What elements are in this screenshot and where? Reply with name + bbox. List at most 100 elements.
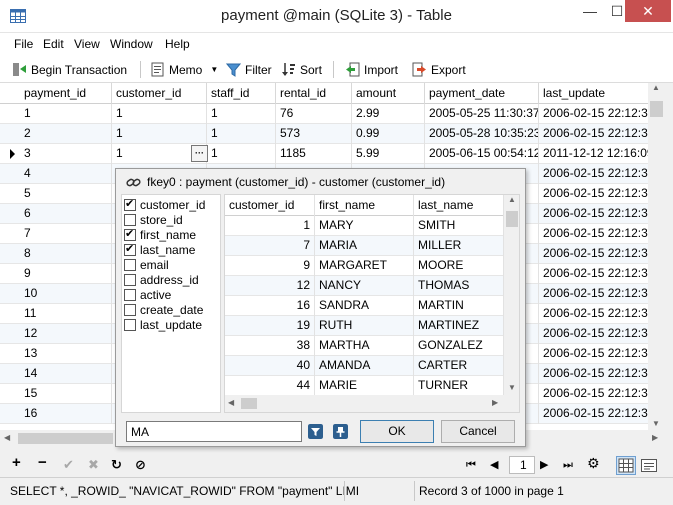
lookup-cell[interactable]: MARIE [315, 376, 414, 396]
table-cell[interactable]: 2006-02-15 22:12:30 [539, 384, 650, 404]
scroll-thumb[interactable] [506, 211, 518, 227]
table-cell[interactable]: 2006-02-15 22:12:30 [539, 264, 650, 284]
lookup-cell[interactable]: CARTER [414, 356, 504, 376]
field-option[interactable]: customer_id [124, 197, 205, 212]
lookup-cell[interactable]: TURNER [414, 376, 504, 396]
table-cell[interactable]: 8 [20, 244, 112, 264]
lookup-row[interactable]: 16 SANDRA MARTIN [225, 296, 505, 316]
column-header[interactable]: last_update [539, 83, 650, 104]
table-cell[interactable]: 2 [20, 124, 112, 144]
table-cell[interactable]: 1185 [276, 144, 352, 164]
field-option[interactable]: email [124, 257, 169, 272]
lookup-row[interactable]: 7 MARIA MILLER [225, 236, 505, 256]
lookup-cell[interactable]: MOORE [414, 256, 504, 276]
table-cell[interactable]: 2006-02-15 22:12:30 [539, 304, 650, 324]
table-cell[interactable]: 10 [20, 284, 112, 304]
lookup-row[interactable]: 12 NANCY THOMAS [225, 276, 505, 296]
field-option[interactable]: last_update [124, 317, 202, 332]
lookup-column-header[interactable]: last_name [414, 195, 504, 216]
table-cell[interactable]: 5.99 [352, 144, 425, 164]
table-cell[interactable]: 11 [20, 304, 112, 324]
menu-window[interactable]: Window [110, 37, 153, 51]
row-indicator[interactable] [0, 364, 20, 384]
discard-icon[interactable]: ✖ [88, 457, 99, 473]
lookup-cell[interactable]: 9 [225, 256, 315, 276]
table-cell[interactable]: 2005-05-25 11:30:37 [425, 104, 539, 124]
table-cell[interactable]: 4 [20, 164, 112, 184]
table-cell[interactable]: 6 [20, 204, 112, 224]
table-cell[interactable]: 2006-02-15 22:12:30 [539, 104, 650, 124]
lookup-cell[interactable]: MARIA [315, 236, 414, 256]
table-cell[interactable]: 2005-05-28 10:35:23 [425, 124, 539, 144]
field-checkbox[interactable] [124, 303, 136, 316]
table-cell[interactable]: 7 [20, 224, 112, 244]
row-indicator[interactable] [0, 184, 20, 204]
field-option[interactable]: address_id [124, 272, 199, 287]
column-header[interactable]: payment_id [20, 83, 112, 104]
lookup-column-header[interactable]: customer_id [225, 195, 315, 216]
scroll-down-icon[interactable]: ▼ [652, 419, 660, 428]
lookup-search-input[interactable] [126, 421, 302, 442]
delete-record-icon[interactable]: − [38, 455, 47, 471]
import-button[interactable]: Import [345, 62, 398, 77]
table-cell[interactable]: 2006-02-15 22:12:30 [539, 324, 650, 344]
close-button[interactable]: ✕ [625, 0, 671, 22]
next-page-icon[interactable]: ▶ [540, 457, 548, 473]
row-indicator[interactable] [0, 304, 20, 324]
lookup-cell[interactable]: GONZALEZ [414, 336, 504, 356]
table-cell[interactable]: 2006-02-15 22:12:30 [539, 404, 650, 424]
table-cell[interactable]: 1 [207, 124, 276, 144]
lookup-cell[interactable]: 40 [225, 356, 315, 376]
scroll-down-icon[interactable]: ▼ [508, 383, 516, 392]
lookup-vertical-scrollbar[interactable]: ▲ ▼ [504, 195, 519, 395]
table-cell[interactable]: 2006-02-15 22:12:30 [539, 204, 650, 224]
stop-icon[interactable]: ⊘ [135, 457, 146, 473]
table-cell[interactable]: 3 [20, 144, 112, 164]
lookup-cell[interactable]: 12 [225, 276, 315, 296]
row-indicator[interactable] [0, 224, 20, 244]
field-checkbox[interactable] [124, 318, 136, 331]
lookup-cell[interactable]: 16 [225, 296, 315, 316]
field-checkbox[interactable] [124, 197, 136, 211]
lookup-cell[interactable]: AMANDA [315, 356, 414, 376]
minimize-button[interactable]: — [576, 0, 604, 22]
table-cell[interactable]: 2006-02-15 22:12:30 [539, 364, 650, 384]
table-cell[interactable]: 2006-02-15 22:12:30 [539, 284, 650, 304]
lookup-cell[interactable]: 1 [225, 216, 315, 236]
row-indicator[interactable] [0, 284, 20, 304]
table-cell[interactable]: 14 [20, 364, 112, 384]
column-header[interactable]: customer_id [112, 83, 207, 104]
refresh-icon[interactable]: ↻ [111, 457, 122, 473]
begin-transaction-button[interactable]: Begin Transaction [12, 62, 127, 77]
lookup-row[interactable]: 38 MARTHA GONZALEZ [225, 336, 505, 356]
first-page-icon[interactable]: ⏮ [466, 457, 476, 473]
lookup-cell[interactable]: MARTIN [414, 296, 504, 316]
table-cell[interactable]: 2006-02-15 22:12:30 [539, 344, 650, 364]
grid-vertical-scrollbar[interactable]: ▲ ▼ [648, 83, 665, 430]
row-indicator[interactable] [0, 404, 20, 424]
field-checkbox[interactable] [124, 288, 136, 301]
gear-icon[interactable]: ⚙ [587, 455, 600, 471]
row-indicator[interactable] [0, 104, 20, 124]
table-row[interactable]: 3 1 1 1185 5.99 2005-06-15 00:54:12 2011-12-12… [0, 144, 650, 164]
table-cell[interactable]: 2006-02-15 22:12:30 [539, 164, 650, 184]
row-indicator[interactable] [0, 264, 20, 284]
column-header[interactable]: amount [352, 83, 425, 104]
table-cell[interactable]: 12 [20, 324, 112, 344]
menu-view[interactable]: View [74, 37, 100, 51]
last-page-icon[interactable]: ⏭ [563, 457, 573, 473]
memo-button[interactable]: Memo ▼ [150, 62, 218, 77]
table-row[interactable]: 2 1 1 573 0.99 2005-05-28 10:35:23 2006-02-15 … [0, 124, 650, 144]
table-cell[interactable]: 1 [207, 104, 276, 124]
field-option[interactable]: last_name [124, 242, 195, 257]
foreign-key-lookup-button[interactable]: ··· [191, 145, 208, 162]
scroll-left-icon[interactable]: ◀ [228, 398, 234, 407]
scroll-thumb[interactable] [650, 101, 663, 117]
foreign-key-lookup-popup[interactable]: fkey0 : payment (customer_id) - customer… [115, 168, 526, 447]
lookup-cell[interactable]: MARTHA [315, 336, 414, 356]
table-cell[interactable]: 1 [207, 144, 276, 164]
field-checkbox[interactable] [124, 258, 136, 271]
filter-button[interactable]: Filter [226, 62, 272, 77]
lookup-horizontal-scrollbar[interactable]: ◀ ▶ [225, 395, 519, 412]
lookup-cell[interactable]: MILLER [414, 236, 504, 256]
